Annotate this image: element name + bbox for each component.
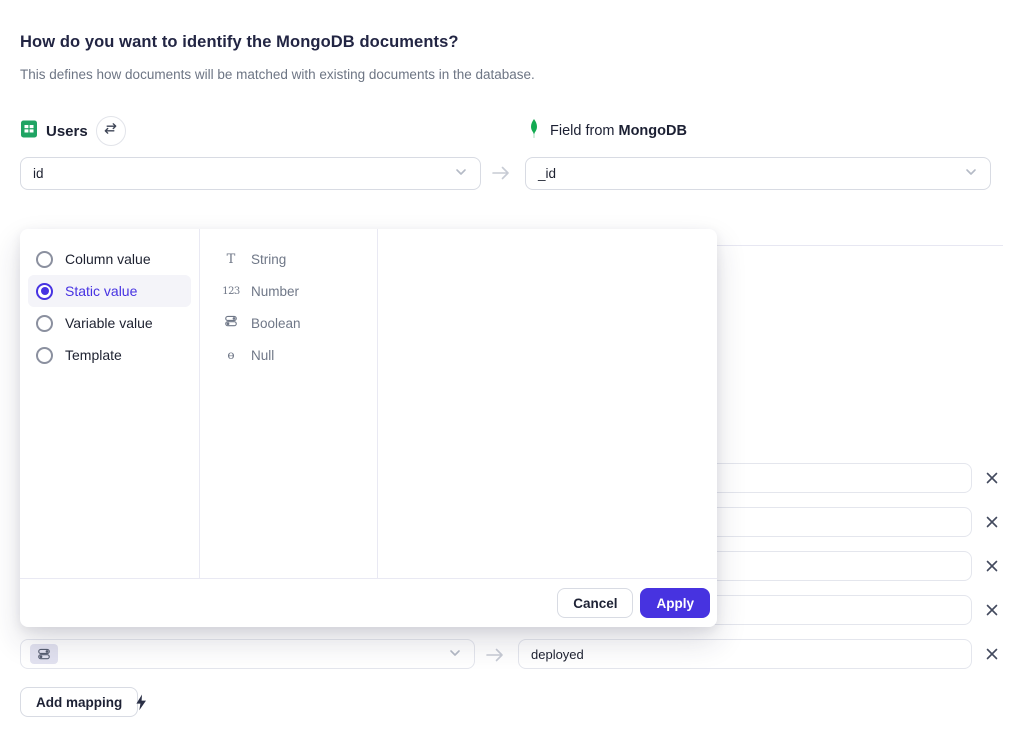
close-icon — [985, 647, 999, 661]
type-label: String — [251, 252, 286, 267]
type-label: Boolean — [251, 316, 301, 331]
identify-target-value: _id — [538, 166, 964, 181]
remove-mapping-button[interactable] — [982, 512, 1002, 532]
page-title: How do you want to identify the MongoDB … — [20, 33, 459, 52]
radio-static-value[interactable]: Static value — [28, 275, 191, 307]
source-header: Users — [20, 116, 126, 146]
lightning-icon[interactable] — [134, 694, 148, 716]
radio-icon — [36, 283, 53, 300]
spreadsheet-icon — [20, 120, 38, 143]
value-type-list: Column value Static value Variable value… — [20, 229, 200, 578]
swap-button[interactable] — [96, 116, 126, 146]
identify-source-value: id — [33, 166, 454, 181]
apply-button[interactable]: Apply — [640, 588, 710, 618]
boolean-icon — [222, 314, 240, 332]
identify-target-select[interactable]: _id — [525, 157, 991, 190]
radio-column-value[interactable]: Column value — [28, 243, 191, 275]
remove-mapping-button[interactable] — [982, 600, 1002, 620]
static-type-list: T String 123 Number Boolean ɵ Null — [200, 229, 378, 578]
radio-label: Static value — [65, 283, 137, 299]
string-icon: T — [222, 252, 240, 267]
remove-mapping-button[interactable] — [982, 468, 1002, 488]
radio-icon — [36, 251, 53, 268]
mapping-source-select[interactable] — [20, 639, 475, 669]
number-icon: 123 — [222, 286, 240, 297]
boolean-icon — [37, 647, 51, 661]
radio-label: Template — [65, 347, 122, 363]
arrow-right-icon — [490, 163, 512, 188]
remove-mapping-button[interactable] — [982, 556, 1002, 576]
chevron-down-icon — [964, 165, 978, 182]
close-icon — [985, 471, 999, 485]
static-value-panel — [378, 229, 717, 578]
popover-footer: Cancel Apply — [20, 578, 717, 627]
chevron-down-icon — [454, 165, 468, 182]
radio-variable-value[interactable]: Variable value — [28, 307, 191, 339]
radio-icon — [36, 347, 53, 364]
arrow-right-icon — [484, 645, 506, 670]
radio-icon — [36, 315, 53, 332]
type-boolean[interactable]: Boolean — [200, 307, 377, 339]
identify-source-select[interactable]: id — [20, 157, 481, 190]
add-mapping-button[interactable]: Add mapping — [20, 687, 138, 717]
target-header: Field from MongoDB — [528, 116, 687, 146]
type-number[interactable]: 123 Number — [200, 275, 377, 307]
target-field-label: Field from MongoDB — [550, 123, 687, 139]
radio-template[interactable]: Template — [28, 339, 191, 371]
remove-mapping-button[interactable] — [982, 644, 1002, 664]
cancel-button[interactable]: Cancel — [557, 588, 633, 618]
swap-icon — [103, 121, 118, 141]
mapping-target-input[interactable] — [518, 639, 972, 669]
type-null[interactable]: ɵ Null — [200, 339, 377, 371]
close-icon — [985, 559, 999, 573]
page-subtitle: This defines how documents will be match… — [20, 67, 535, 82]
radio-label: Variable value — [65, 315, 153, 331]
mongodb-leaf-icon — [528, 118, 540, 145]
source-table-name: Users — [46, 123, 88, 140]
type-label: Null — [251, 348, 274, 363]
value-type-popover: Column value Static value Variable value… — [20, 229, 717, 627]
type-string[interactable]: T String — [200, 243, 377, 275]
chevron-down-icon — [448, 646, 462, 663]
close-icon — [985, 603, 999, 617]
null-icon: ɵ — [222, 348, 240, 362]
type-label: Number — [251, 284, 299, 299]
boolean-type-badge — [30, 644, 58, 664]
close-icon — [985, 515, 999, 529]
radio-label: Column value — [65, 251, 151, 267]
